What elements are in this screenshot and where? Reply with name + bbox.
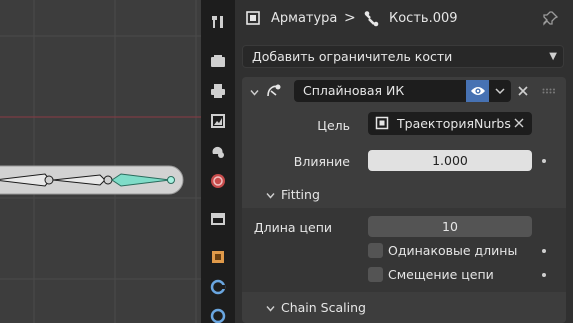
tab-object[interactable]: [205, 244, 231, 270]
influence-value: 1.000: [432, 153, 468, 168]
add-bone-constraint-dropdown[interactable]: Добавить ограничитель кости ▼: [242, 45, 564, 68]
influence-label: Влияние: [293, 154, 350, 169]
3d-viewport[interactable]: [0, 0, 201, 323]
armature-data-icon: [210, 308, 226, 323]
target-field[interactable]: ТраекторияNurbs: [368, 112, 532, 135]
even-divisions-label: Одинаковые длины: [388, 243, 518, 258]
properties-tab-strip: [201, 0, 235, 323]
spline-ik-icon: [267, 84, 281, 97]
object-constraint-icon: [210, 279, 226, 295]
output-icon: [211, 84, 225, 98]
tab-modifiers[interactable]: [205, 274, 231, 300]
chain-offset-label: Смещение цепи: [388, 267, 494, 282]
clear-target-icon[interactable]: [514, 118, 524, 128]
scene-icon: [212, 146, 224, 158]
target-value: ТраекторияNurbs: [397, 116, 511, 131]
breadcrumb-separator: >: [344, 10, 356, 26]
constraint-name-field[interactable]: Сплайновая ИК: [294, 80, 466, 102]
tab-render[interactable]: [205, 48, 231, 74]
target-label: Цель: [317, 118, 350, 133]
toggle-enabled-button[interactable]: [466, 80, 489, 102]
properties-editor: Арматура > Кость.009 Добавить ограничите…: [235, 0, 573, 323]
influence-slider[interactable]: 1.000: [368, 150, 532, 171]
view-layer-icon: [211, 114, 225, 128]
tab-output[interactable]: [205, 78, 231, 104]
chain-offset-checkbox[interactable]: [368, 267, 383, 282]
drag-handle-icon[interactable]: [542, 88, 556, 94]
chevron-down-icon: [495, 88, 505, 95]
viewport-canvas: [0, 0, 201, 323]
eye-icon: [470, 87, 485, 95]
collapse-chevron-icon[interactable]: [250, 88, 259, 97]
object-type-icon: [246, 11, 260, 25]
bone-icon: [364, 11, 379, 27]
constraint-options-dropdown[interactable]: [489, 80, 511, 102]
tab-collection[interactable]: [205, 205, 231, 231]
tool-icon: [212, 16, 223, 28]
even-divisions-checkbox[interactable]: [368, 243, 383, 258]
fitting-title[interactable]: Fitting: [281, 187, 320, 202]
tab-data[interactable]: [205, 302, 231, 323]
constraint-panel: Сплайновая ИК Цель ТраекторияNurbs Влиян…: [242, 77, 566, 323]
render-icon: [211, 55, 225, 67]
influence-keyframe-dot[interactable]: [542, 159, 546, 163]
tab-view-layer[interactable]: [205, 108, 231, 134]
breadcrumb-bone: Кость.009: [389, 11, 458, 26]
chain-length-label: Длина цепи: [253, 220, 332, 235]
tab-world[interactable]: [205, 168, 231, 194]
object-icon: [212, 251, 224, 263]
chain-scaling-collapse-icon[interactable]: [266, 304, 275, 313]
chain-offset-keyframe-dot[interactable]: [542, 273, 546, 277]
constraint-name-text: Сплайновая ИК: [303, 83, 405, 98]
fitting-collapse-icon[interactable]: [266, 191, 275, 200]
pin-icon[interactable]: [543, 10, 559, 26]
tab-tool[interactable]: [205, 9, 231, 35]
object-icon: [375, 116, 389, 130]
chain-scaling-title[interactable]: Chain Scaling: [281, 300, 366, 315]
add-bone-constraint-label: Добавить ограничитель кости: [252, 49, 453, 64]
chain-length-field[interactable]: 10: [368, 216, 532, 237]
close-icon[interactable]: [517, 85, 529, 97]
breadcrumb-object: Арматура: [271, 11, 338, 26]
even-divisions-keyframe-dot[interactable]: [542, 249, 546, 253]
chevron-down-icon: ▼: [549, 51, 557, 62]
collection-icon: [211, 213, 225, 225]
chain-length-value: 10: [442, 219, 458, 234]
world-icon: [211, 174, 225, 188]
tab-scene[interactable]: [205, 138, 231, 164]
